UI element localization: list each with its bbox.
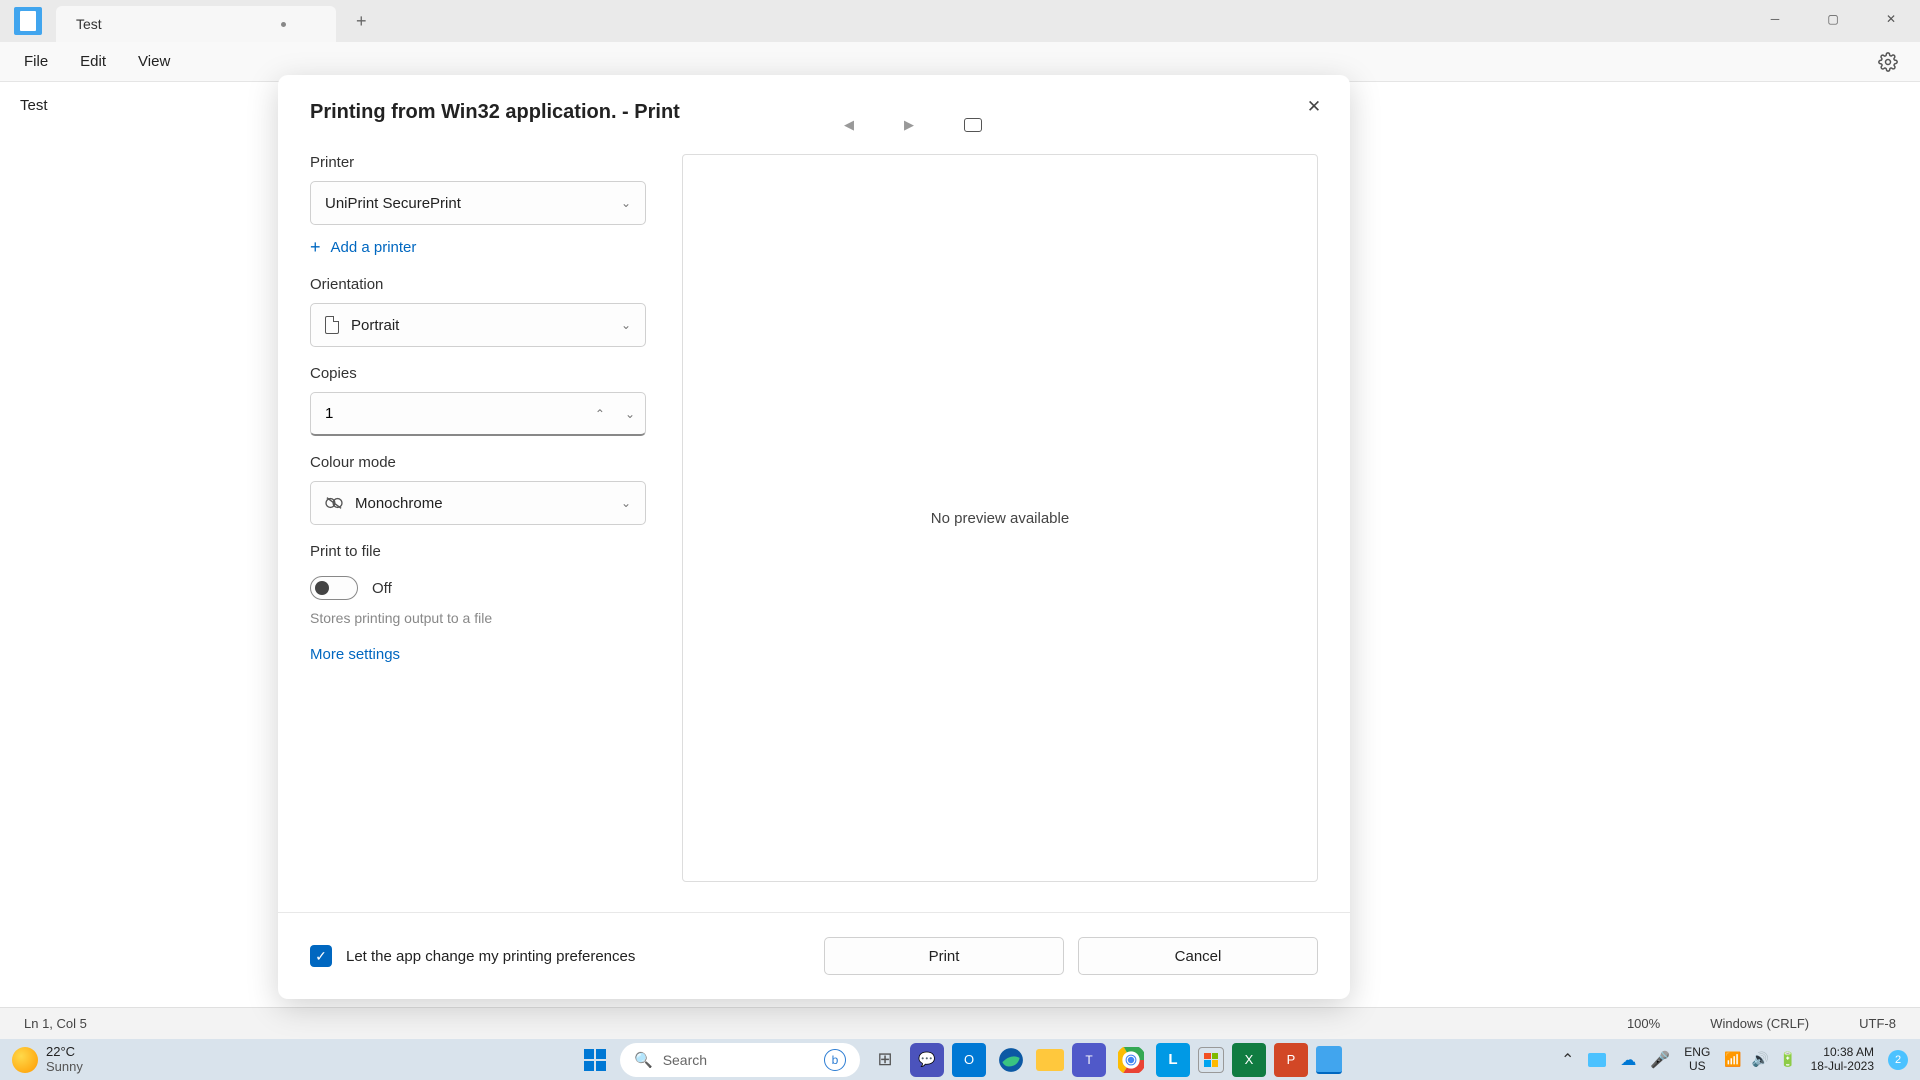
chevron-down-icon: ⌄ (621, 196, 631, 210)
microsoft-store-icon[interactable] (1198, 1047, 1224, 1073)
weather-condition: Sunny (46, 1060, 83, 1074)
onedrive-icon[interactable]: ☁ (1620, 1050, 1636, 1070)
fit-page-icon[interactable] (964, 118, 982, 132)
copies-label: Copies (310, 365, 646, 382)
language-indicator[interactable]: ENG US (1684, 1046, 1710, 1072)
chat-icon[interactable]: 💬 (910, 1043, 944, 1077)
preview-navigation: ◀ ▶ (844, 117, 982, 133)
volume-icon: 🔊 (1752, 1051, 1769, 1068)
microphone-icon[interactable]: 🎤 (1650, 1050, 1670, 1070)
taskbar-search[interactable]: 🔍 Search b (620, 1043, 860, 1077)
dialog-footer: ✓ Let the app change my printing prefere… (278, 912, 1350, 999)
next-page-icon[interactable]: ▶ (904, 117, 914, 133)
date: 18-Jul-2023 (1811, 1060, 1874, 1073)
weather-temp: 22°C (46, 1045, 83, 1059)
print-to-file-toggle[interactable] (310, 576, 358, 600)
preview-placeholder: No preview available (931, 510, 1069, 527)
chevron-down-icon: ⌄ (621, 496, 631, 510)
bing-icon: b (824, 1049, 846, 1071)
notepad-taskbar-icon[interactable] (1316, 1046, 1342, 1074)
dialog-backdrop: Printing from Win32 application. - Print… (0, 0, 1920, 1039)
dialog-header: Printing from Win32 application. - Print… (278, 75, 1350, 134)
print-to-file-label: Print to file (310, 543, 646, 560)
printer-label: Printer (310, 154, 646, 171)
file-explorer-icon[interactable] (1036, 1049, 1064, 1071)
print-to-file-row: Off (310, 576, 646, 600)
toggle-knob-icon (315, 581, 329, 595)
plus-icon: + (310, 237, 321, 258)
chrome-icon[interactable] (1114, 1043, 1148, 1077)
notification-badge[interactable]: 2 (1888, 1050, 1908, 1070)
excel-icon[interactable]: X (1232, 1043, 1266, 1077)
dialog-title: Printing from Win32 application. - Print (310, 101, 1318, 124)
monochrome-icon (325, 495, 343, 511)
edge-icon[interactable] (994, 1043, 1028, 1077)
copies-value: 1 (325, 405, 333, 422)
system-tray: ⌃ ☁ 🎤 ENG US 📶 🔊 🔋 10:38 AM 18-Jul-2023 … (1561, 1046, 1908, 1072)
windows-logo-icon (584, 1049, 606, 1071)
copies-decrement[interactable]: ⌄ (625, 407, 635, 421)
tray-overflow-icon[interactable]: ⌃ (1561, 1050, 1574, 1070)
powerpoint-icon[interactable]: P (1274, 1043, 1308, 1077)
print-to-file-helper: Stores printing output to a file (310, 610, 646, 626)
orientation-value: Portrait (351, 317, 399, 334)
orientation-label: Orientation (310, 276, 646, 293)
taskbar: 22°C Sunny 🔍 Search b ⊞ 💬 O T L X P (0, 1039, 1920, 1080)
start-button[interactable] (578, 1043, 612, 1077)
time: 10:38 AM (1823, 1046, 1874, 1059)
quick-settings[interactable]: 📶 🔊 🔋 (1724, 1051, 1796, 1068)
search-placeholder: Search (663, 1052, 814, 1068)
sun-icon (12, 1047, 38, 1073)
teams-icon[interactable]: T (1072, 1043, 1106, 1077)
copies-input[interactable]: 1 ⌃ ⌄ (310, 392, 646, 436)
task-view-icon[interactable]: ⊞ (868, 1043, 902, 1077)
copies-increment[interactable]: ⌃ (595, 407, 605, 421)
print-settings-column: Printer UniPrint SecurePrint ⌄ + Add a p… (310, 154, 646, 912)
add-printer-link[interactable]: + Add a printer (310, 237, 646, 258)
allow-preferences-checkbox[interactable]: ✓ (310, 945, 332, 967)
weather-widget[interactable]: 22°C Sunny (12, 1045, 83, 1074)
wifi-icon: 📶 (1724, 1051, 1741, 1068)
close-dialog-button[interactable]: ✕ (1298, 91, 1330, 123)
portrait-icon (325, 316, 339, 334)
cancel-button[interactable]: Cancel (1078, 937, 1318, 975)
app-l-icon[interactable]: L (1156, 1043, 1190, 1077)
taskbar-center: 🔍 Search b ⊞ 💬 O T L X P (578, 1043, 1342, 1077)
orientation-select[interactable]: Portrait ⌄ (310, 303, 646, 347)
add-printer-label: Add a printer (331, 239, 417, 256)
more-settings-link[interactable]: More settings (310, 646, 646, 663)
print-button[interactable]: Print (824, 937, 1064, 975)
colour-mode-select[interactable]: Monochrome ⌄ (310, 481, 646, 525)
clock[interactable]: 10:38 AM 18-Jul-2023 (1811, 1046, 1874, 1072)
battery-icon: 🔋 (1779, 1051, 1796, 1068)
colour-mode-value: Monochrome (355, 495, 443, 512)
checkbox-label: Let the app change my printing preferenc… (346, 948, 635, 965)
chevron-down-icon: ⌄ (621, 318, 631, 332)
colour-mode-label: Colour mode (310, 454, 646, 471)
printer-select[interactable]: UniPrint SecurePrint ⌄ (310, 181, 646, 225)
print-preview-pane: No preview available (682, 154, 1318, 882)
toggle-state-label: Off (372, 580, 392, 597)
outlook-icon[interactable]: O (952, 1043, 986, 1077)
prev-page-icon[interactable]: ◀ (844, 117, 854, 133)
print-dialog: Printing from Win32 application. - Print… (278, 75, 1350, 999)
tray-app-icon[interactable] (1588, 1053, 1606, 1067)
search-icon: 🔍 (634, 1051, 653, 1069)
dialog-body: Printer UniPrint SecurePrint ⌄ + Add a p… (278, 134, 1350, 912)
printer-value: UniPrint SecurePrint (325, 195, 461, 212)
